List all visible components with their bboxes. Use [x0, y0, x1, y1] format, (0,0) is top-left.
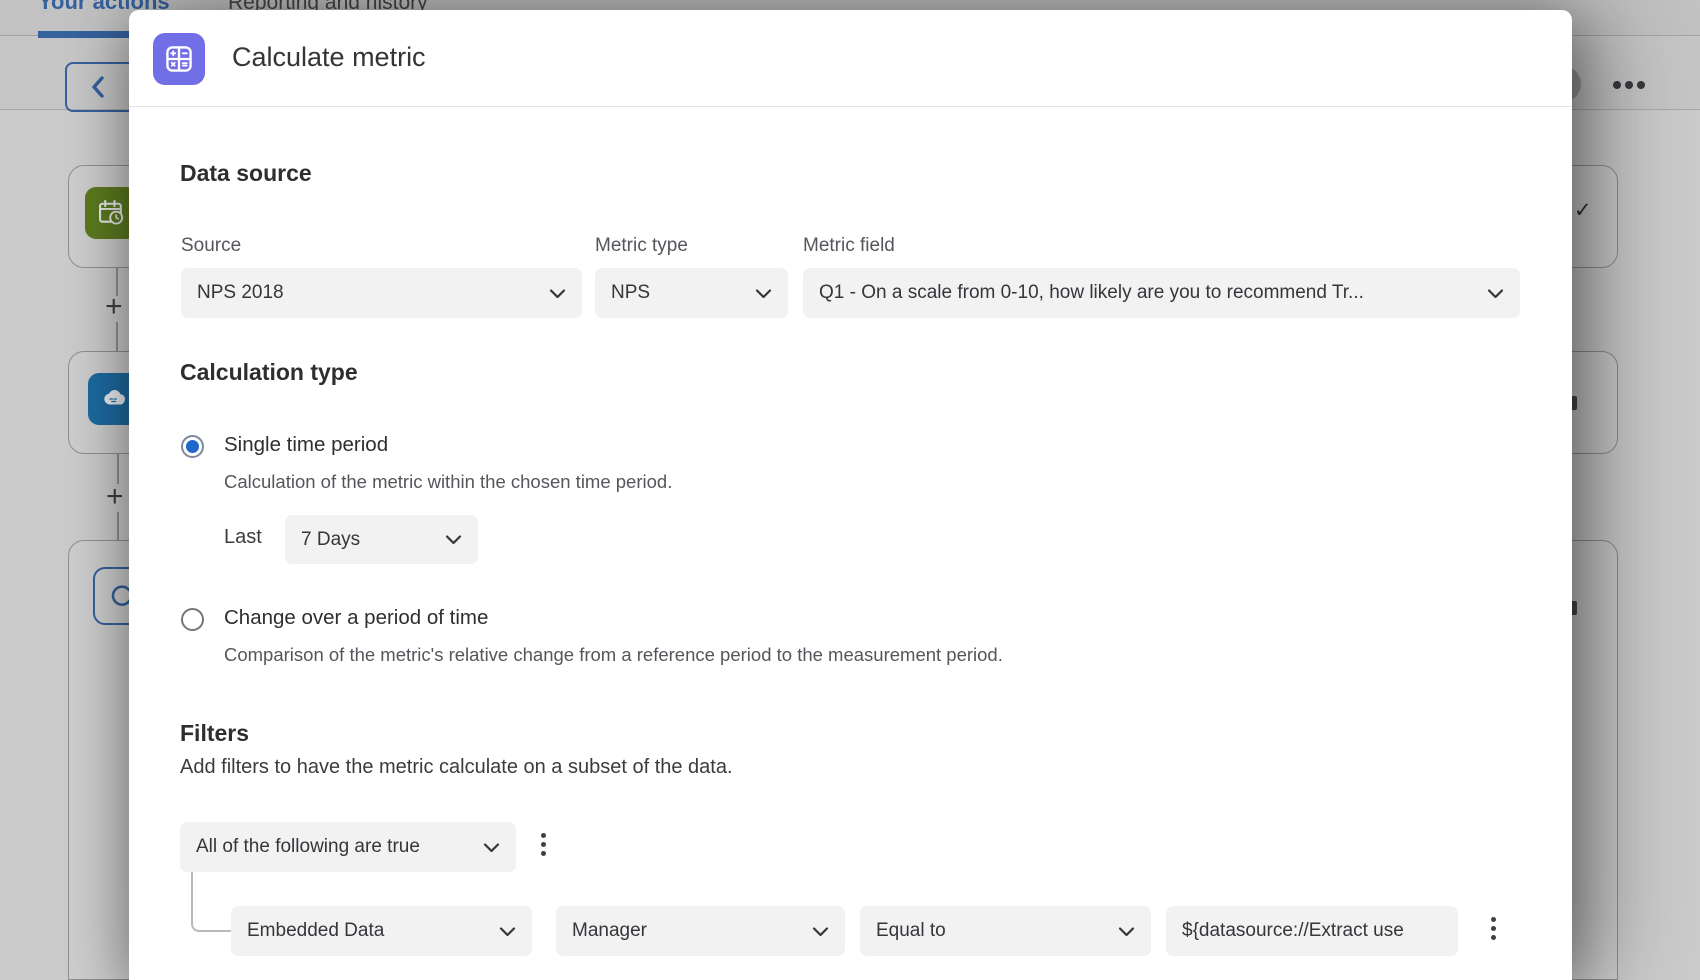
- dot-icon: [1491, 926, 1496, 931]
- period-value: 7 Days: [301, 529, 431, 551]
- chevron-down-icon: [1487, 288, 1504, 299]
- filter-operator-dropdown[interactable]: Equal to: [860, 906, 1151, 956]
- filter-field-dropdown[interactable]: Manager: [556, 906, 845, 956]
- chevron-down-icon: [755, 288, 772, 299]
- metric-type-value: NPS: [611, 282, 741, 304]
- chevron-down-icon: [499, 926, 516, 937]
- filter-value-input[interactable]: ${datasource://Extract use: [1166, 906, 1458, 956]
- card-check-icon: ✓: [1574, 198, 1592, 223]
- calculate-metric-dialog: Calculate metric Data source Source NPS …: [129, 10, 1572, 980]
- filter-row-menu-button[interactable]: [1484, 917, 1502, 940]
- dot-icon: [541, 842, 546, 847]
- metric-field-value: Q1 - On a scale from 0-10, how likely ar…: [819, 282, 1473, 304]
- filter-group-menu-button[interactable]: [534, 833, 552, 856]
- dot-icon: [1491, 935, 1496, 940]
- period-dropdown[interactable]: 7 Days: [285, 515, 478, 564]
- filter-field-value: Manager: [572, 920, 798, 942]
- single-time-period-radio[interactable]: [181, 435, 204, 458]
- chevron-left-icon: [91, 76, 105, 98]
- dot-icon: [1637, 81, 1645, 89]
- source-value: NPS 2018: [197, 282, 535, 304]
- add-task-button[interactable]: +: [105, 296, 123, 318]
- filters-description: Add filters to have the metric calculate…: [180, 756, 733, 779]
- filter-connector-line: [191, 872, 231, 932]
- filter-field-type-value: Embedded Data: [247, 920, 485, 942]
- card-icon-sliver: [1572, 601, 1577, 615]
- metric-type-dropdown[interactable]: NPS: [595, 268, 788, 318]
- metric-field-dropdown[interactable]: Q1 - On a scale from 0-10, how likely ar…: [803, 268, 1520, 318]
- filter-group-condition-value: All of the following are true: [196, 836, 469, 858]
- filter-value-text: ${datasource://Extract use: [1182, 920, 1404, 942]
- single-time-period-label[interactable]: Single time period: [224, 433, 388, 457]
- active-tab-underline: [38, 31, 130, 38]
- calculation-type-heading: Calculation type: [180, 359, 358, 386]
- dot-icon: [1491, 917, 1496, 922]
- dialog-title: Calculate metric: [232, 42, 426, 73]
- dot-icon: [1625, 81, 1633, 89]
- change-over-period-description: Comparison of the metric's relative chan…: [224, 644, 1003, 666]
- single-time-period-description: Calculation of the metric within the cho…: [224, 471, 672, 493]
- chevron-down-icon: [1118, 926, 1135, 937]
- chevron-down-icon: [812, 926, 829, 937]
- source-dropdown[interactable]: NPS 2018: [181, 268, 582, 318]
- change-over-period-radio[interactable]: [181, 608, 204, 631]
- dot-icon: [1613, 81, 1621, 89]
- calculator-icon: [153, 33, 205, 85]
- filter-field-type-dropdown[interactable]: Embedded Data: [231, 906, 532, 956]
- filter-operator-value: Equal to: [876, 920, 1104, 942]
- metric-type-label: Metric type: [595, 235, 688, 257]
- metric-field-label: Metric field: [803, 235, 895, 257]
- connector-line: [117, 512, 119, 540]
- chevron-down-icon: [445, 534, 462, 545]
- filter-group-condition-dropdown[interactable]: All of the following are true: [180, 822, 516, 872]
- chevron-down-icon: [549, 288, 566, 299]
- card-icon-sliver: [1572, 396, 1577, 410]
- add-task-button[interactable]: +: [106, 486, 124, 508]
- dot-icon: [541, 851, 546, 856]
- screen: Your actions Reporting and history: [0, 0, 1700, 980]
- overflow-menu-button[interactable]: [1613, 81, 1645, 89]
- change-over-period-label[interactable]: Change over a period of time: [224, 606, 488, 630]
- source-label: Source: [181, 235, 241, 257]
- connector-line: [116, 322, 118, 351]
- chevron-down-icon: [483, 842, 500, 853]
- period-prefix-label: Last: [224, 526, 262, 549]
- filters-heading: Filters: [180, 720, 249, 747]
- dialog-header: Calculate metric: [129, 10, 1572, 107]
- data-source-heading: Data source: [180, 160, 312, 187]
- dot-icon: [541, 833, 546, 838]
